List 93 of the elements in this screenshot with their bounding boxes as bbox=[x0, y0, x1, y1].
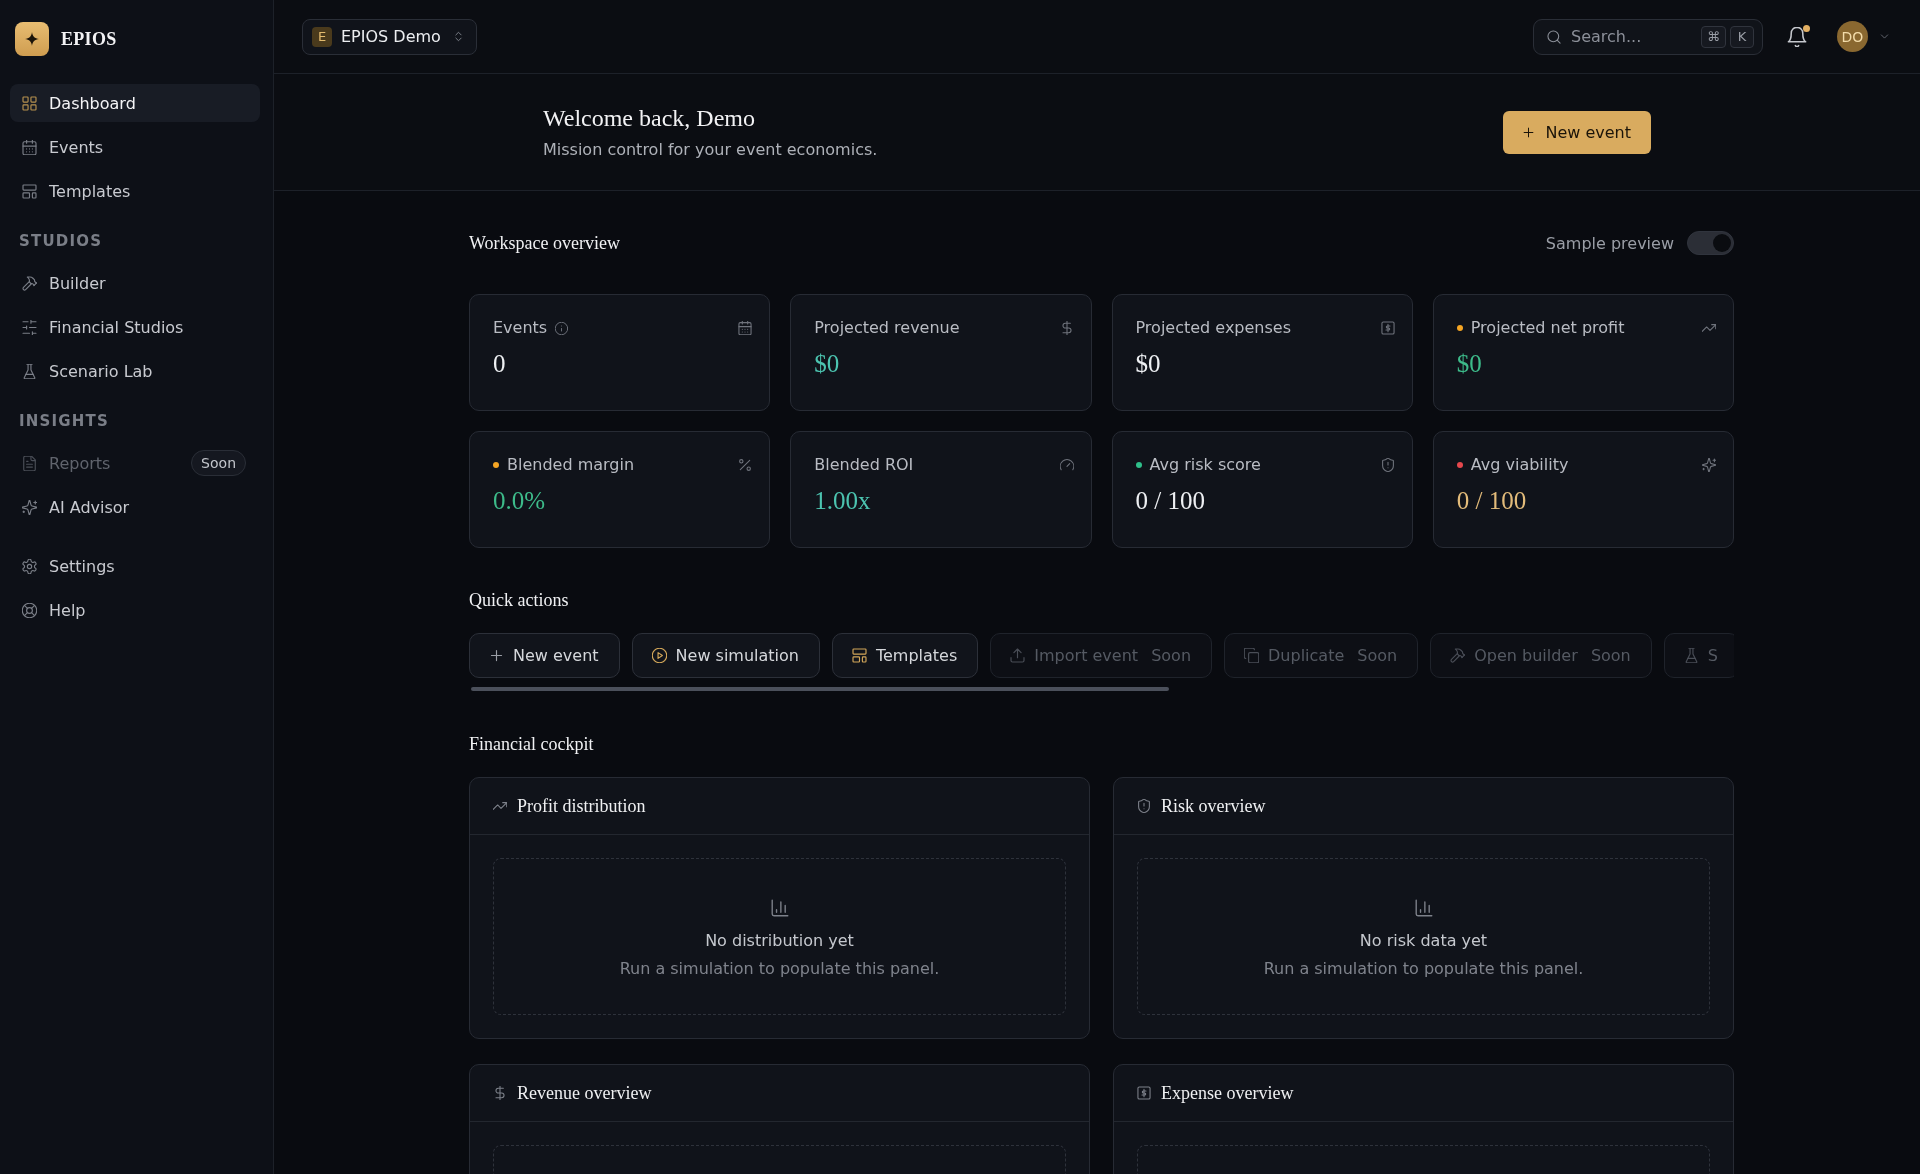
metric-label: Blended margin bbox=[507, 454, 635, 476]
lifebuoy-icon bbox=[22, 602, 37, 618]
notifications-button[interactable] bbox=[1787, 25, 1809, 48]
metric-label: Avg viability bbox=[1470, 454, 1569, 476]
metric-value: $0 bbox=[814, 349, 840, 379]
section-title: Workspace overview bbox=[469, 232, 620, 255]
search-icon bbox=[1547, 29, 1561, 44]
calendar-icon bbox=[738, 321, 753, 335]
panel-title: Profit distribution bbox=[517, 795, 646, 818]
nav-item[interactable]: Settings bbox=[10, 547, 260, 585]
dollar-square-icon bbox=[1380, 321, 1395, 335]
panel-title: Revenue overview bbox=[517, 1082, 652, 1105]
nav-item[interactable]: Builder bbox=[10, 264, 260, 302]
quick-action-button[interactable]: New event bbox=[469, 633, 620, 678]
copy-icon bbox=[1244, 648, 1259, 663]
panel-title: Expense overview bbox=[1161, 1082, 1294, 1105]
bell-icon bbox=[1787, 26, 1807, 47]
play-icon bbox=[651, 648, 667, 663]
nav-item[interactable]: Templates bbox=[10, 172, 260, 210]
metric-value: 0 / 100 bbox=[1135, 486, 1205, 516]
nav-item[interactable]: Dashboard bbox=[10, 84, 260, 122]
metric-label: Projected expenses bbox=[1135, 317, 1291, 339]
upload-icon bbox=[1010, 648, 1026, 663]
sparkles-icon bbox=[22, 499, 37, 515]
hammer-icon bbox=[1450, 648, 1466, 663]
empty-title: No risk data yet bbox=[1359, 930, 1488, 952]
chevron-updown-icon bbox=[452, 31, 464, 42]
metric-label: Blended ROI bbox=[814, 454, 914, 476]
nav-item[interactable]: Financial Studios bbox=[10, 308, 260, 346]
section-heading: STUDIOS bbox=[18, 231, 104, 251]
metric-value: $0 bbox=[1135, 349, 1161, 379]
gauge-icon bbox=[1059, 458, 1074, 472]
empty-title: No distribution yet bbox=[705, 930, 854, 952]
empty-text: Run a simulation to populate this panel. bbox=[619, 958, 940, 980]
metric-value: 0 / 100 bbox=[1456, 486, 1527, 516]
percent-icon bbox=[738, 458, 753, 472]
metric-label: Projected net profit bbox=[1470, 317, 1625, 339]
bar-chart-icon bbox=[770, 899, 789, 917]
workspace-switcher[interactable]: E EPIOS Demo bbox=[302, 18, 477, 55]
chevron-down-icon bbox=[1879, 31, 1890, 42]
panel-title: Risk overview bbox=[1161, 795, 1266, 818]
shortcut-key: ⌘ bbox=[1701, 25, 1726, 48]
nav-item[interactable]: Events bbox=[10, 128, 260, 166]
section-title: Quick actions bbox=[469, 589, 570, 612]
dollar-icon bbox=[1059, 321, 1074, 335]
new-event-button[interactable]: New event bbox=[1503, 110, 1651, 154]
quick-action-button[interactable]: New simulation bbox=[631, 633, 820, 678]
metric-label: Avg risk score bbox=[1149, 454, 1261, 476]
hammer-icon bbox=[22, 275, 37, 291]
scrollbar[interactable] bbox=[471, 687, 1169, 691]
empty-text: Run a simulation to populate this panel. bbox=[1263, 958, 1584, 980]
shield-icon bbox=[1137, 799, 1151, 813]
brand-name: EPIOS bbox=[61, 28, 117, 50]
layout-icon bbox=[851, 648, 867, 663]
quick-action-button[interactable]: Templates bbox=[831, 633, 979, 678]
metric-label: Projected revenue bbox=[814, 317, 960, 339]
metric-label: Events bbox=[493, 317, 548, 339]
trend-up-icon bbox=[493, 799, 507, 813]
shield-icon bbox=[1380, 458, 1395, 472]
shortcut-key: K bbox=[1730, 25, 1754, 48]
settings-icon bbox=[22, 558, 37, 574]
layout-icon bbox=[22, 183, 37, 199]
plus-icon bbox=[489, 648, 504, 663]
grid-icon bbox=[22, 95, 37, 111]
flask-icon bbox=[1683, 648, 1699, 663]
calendar-icon bbox=[22, 139, 37, 155]
sparkles-icon bbox=[1702, 458, 1716, 472]
metric-value: 1.00x bbox=[814, 486, 871, 516]
switch-label: Sample preview bbox=[1545, 233, 1674, 253]
sliders-icon bbox=[22, 319, 37, 335]
nav-item[interactable]: Help bbox=[10, 591, 260, 629]
plus-icon bbox=[1522, 125, 1536, 139]
nav-item[interactable]: Scenario Lab bbox=[10, 352, 260, 390]
welcome-subtitle: Mission control for your event economics. bbox=[543, 138, 878, 161]
dollar-icon bbox=[493, 1086, 507, 1100]
dollar-square-icon bbox=[1137, 1086, 1151, 1100]
toggle-switch[interactable] bbox=[1687, 231, 1734, 255]
document-icon bbox=[22, 455, 37, 471]
info-icon bbox=[555, 321, 569, 335]
section-title: Financial cockpit bbox=[469, 733, 595, 756]
bar-chart-icon bbox=[1414, 899, 1433, 917]
section-heading: INSIGHTS bbox=[18, 411, 111, 431]
metric-value: 0 bbox=[493, 349, 506, 379]
metric-value: $0 bbox=[1456, 349, 1482, 379]
trend-up-icon bbox=[1702, 321, 1716, 335]
nav-item[interactable]: AI Advisor bbox=[10, 488, 260, 526]
metric-value: 0.0% bbox=[493, 486, 546, 516]
logo-icon bbox=[15, 22, 49, 56]
soon-badge: Soon bbox=[191, 450, 246, 476]
workspace-initial: E bbox=[312, 26, 332, 47]
flask-icon bbox=[22, 363, 37, 379]
welcome-title: Welcome back, Demo bbox=[543, 103, 756, 132]
avatar[interactable]: DO bbox=[1837, 21, 1868, 52]
